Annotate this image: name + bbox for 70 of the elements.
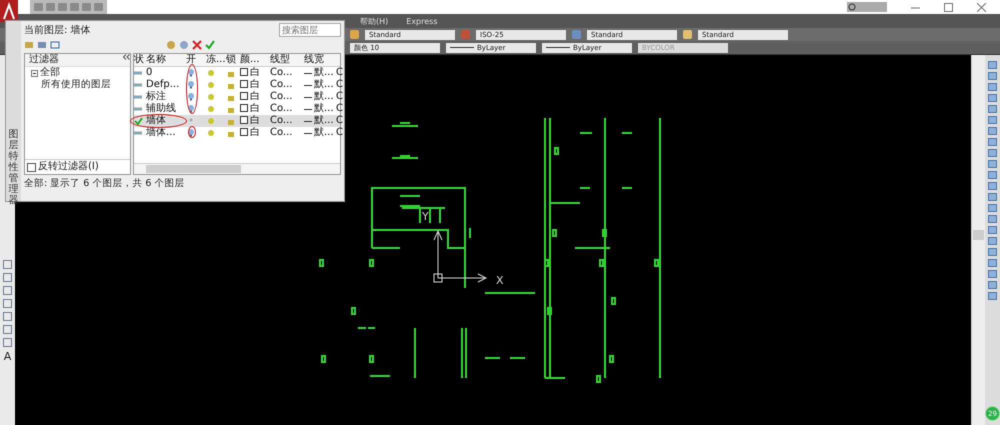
status-text: 全部: 显示了 6 个图层，共 6 个图层 xyxy=(24,177,186,190)
current-layer-label: 当前图层: 墙体 xyxy=(24,24,91,37)
layer-lineweight[interactable]: 默... xyxy=(304,115,334,127)
layer-linetype[interactable]: Co... xyxy=(270,91,292,103)
checkmark-icon[interactable] xyxy=(205,40,215,50)
y-axis-label: Y xyxy=(422,210,429,223)
lightbulb-icon[interactable] xyxy=(186,92,196,102)
layer-linetype[interactable]: Co... xyxy=(270,103,292,115)
layer-color[interactable]: 白 xyxy=(240,79,260,91)
horizontal-scrollbar[interactable] xyxy=(134,163,340,174)
vertical-scrollbar[interactable] xyxy=(971,55,985,425)
layer-linetype[interactable]: Co... xyxy=(270,67,292,79)
delete-icon[interactable] xyxy=(192,40,202,50)
text-tool-button[interactable]: A xyxy=(4,351,12,362)
layer-row[interactable]: 墙体 白 Co... 默... C xyxy=(134,115,340,127)
column-header[interactable]: 开 xyxy=(186,54,206,66)
menu-item[interactable]: Express xyxy=(406,16,438,26)
layer-lineweight[interactable]: 默... xyxy=(304,67,334,79)
lightbulb-icon[interactable] xyxy=(186,68,196,78)
x-axis-label: X xyxy=(496,274,504,287)
table-cell: C xyxy=(336,79,343,91)
maximize-icon[interactable] xyxy=(944,2,953,12)
table-cell: C xyxy=(336,91,343,103)
layer-linetype[interactable]: Co... xyxy=(270,79,292,91)
layer-color[interactable]: 白 xyxy=(240,115,260,127)
layer-color[interactable]: 白 xyxy=(240,127,260,139)
tree-item[interactable]: 全部 xyxy=(40,67,60,79)
search-icon[interactable] xyxy=(847,2,887,12)
lightbulb-icon[interactable] xyxy=(186,104,196,114)
layer-lineweight[interactable]: 默... xyxy=(304,127,334,139)
table-cell: C xyxy=(336,127,343,139)
table-cell: C xyxy=(336,67,343,79)
invert-filter-checkbox[interactable] xyxy=(27,162,36,172)
column-header[interactable]: 冻... xyxy=(206,54,226,66)
column-header[interactable]: 锁 xyxy=(226,54,240,66)
column-header[interactable]: 状 xyxy=(134,54,146,66)
ucs-axis-icon xyxy=(434,230,488,282)
layer-name: 0 xyxy=(146,67,152,79)
layer-row[interactable]: 墙体... 白 Co... 默... C xyxy=(134,127,340,139)
layer-lineweight[interactable]: 默... xyxy=(304,91,334,103)
layer-color[interactable]: 白 xyxy=(240,67,260,79)
column-header[interactable]: 线型 xyxy=(270,54,304,66)
table-cell: C xyxy=(336,115,343,127)
column-header[interactable]: 名称 xyxy=(146,54,186,66)
invert-filter-label[interactable]: 反转过滤器(I) xyxy=(38,161,99,173)
layer-name: Defp... xyxy=(146,79,180,90)
tree-item[interactable]: 所有使用的图层 xyxy=(25,79,130,91)
layer-lineweight[interactable]: 默... xyxy=(304,103,334,115)
menu-item[interactable]: 帮助(H) xyxy=(360,16,388,26)
layer-row[interactable]: 0 白 Co... 默... C xyxy=(134,67,340,79)
layer-linetype[interactable]: Co... xyxy=(270,115,292,127)
layer-name: 辅助线 xyxy=(146,103,176,115)
layer-name: 墙体 xyxy=(146,115,166,126)
layer-lineweight[interactable]: 默... xyxy=(304,79,334,91)
collapse-icon[interactable] xyxy=(31,70,38,76)
layer-row[interactable]: Defp... 白 Co... 默... C xyxy=(134,79,340,91)
double-chevron-icon[interactable] xyxy=(123,54,130,60)
layer-name: 标注 xyxy=(146,91,166,102)
layer-color[interactable]: 白 xyxy=(240,103,260,115)
close-icon[interactable] xyxy=(977,2,986,12)
layer-name: 墙体... xyxy=(146,127,176,139)
layer-row[interactable]: 辅助线 白 Co... 默... C xyxy=(134,103,340,115)
layer-row[interactable]: 标注 白 Co... 默... C xyxy=(134,91,340,103)
lightbulb-icon[interactable] xyxy=(186,80,196,90)
search-field[interactable]: 搜索图层 xyxy=(279,23,341,37)
table-cell: C xyxy=(336,103,343,115)
layer-linetype[interactable]: Co... xyxy=(270,127,292,139)
layer-color[interactable]: 白 xyxy=(240,91,260,103)
app-logo-icon[interactable] xyxy=(0,0,18,22)
filter-header: 过滤器 xyxy=(29,54,59,66)
